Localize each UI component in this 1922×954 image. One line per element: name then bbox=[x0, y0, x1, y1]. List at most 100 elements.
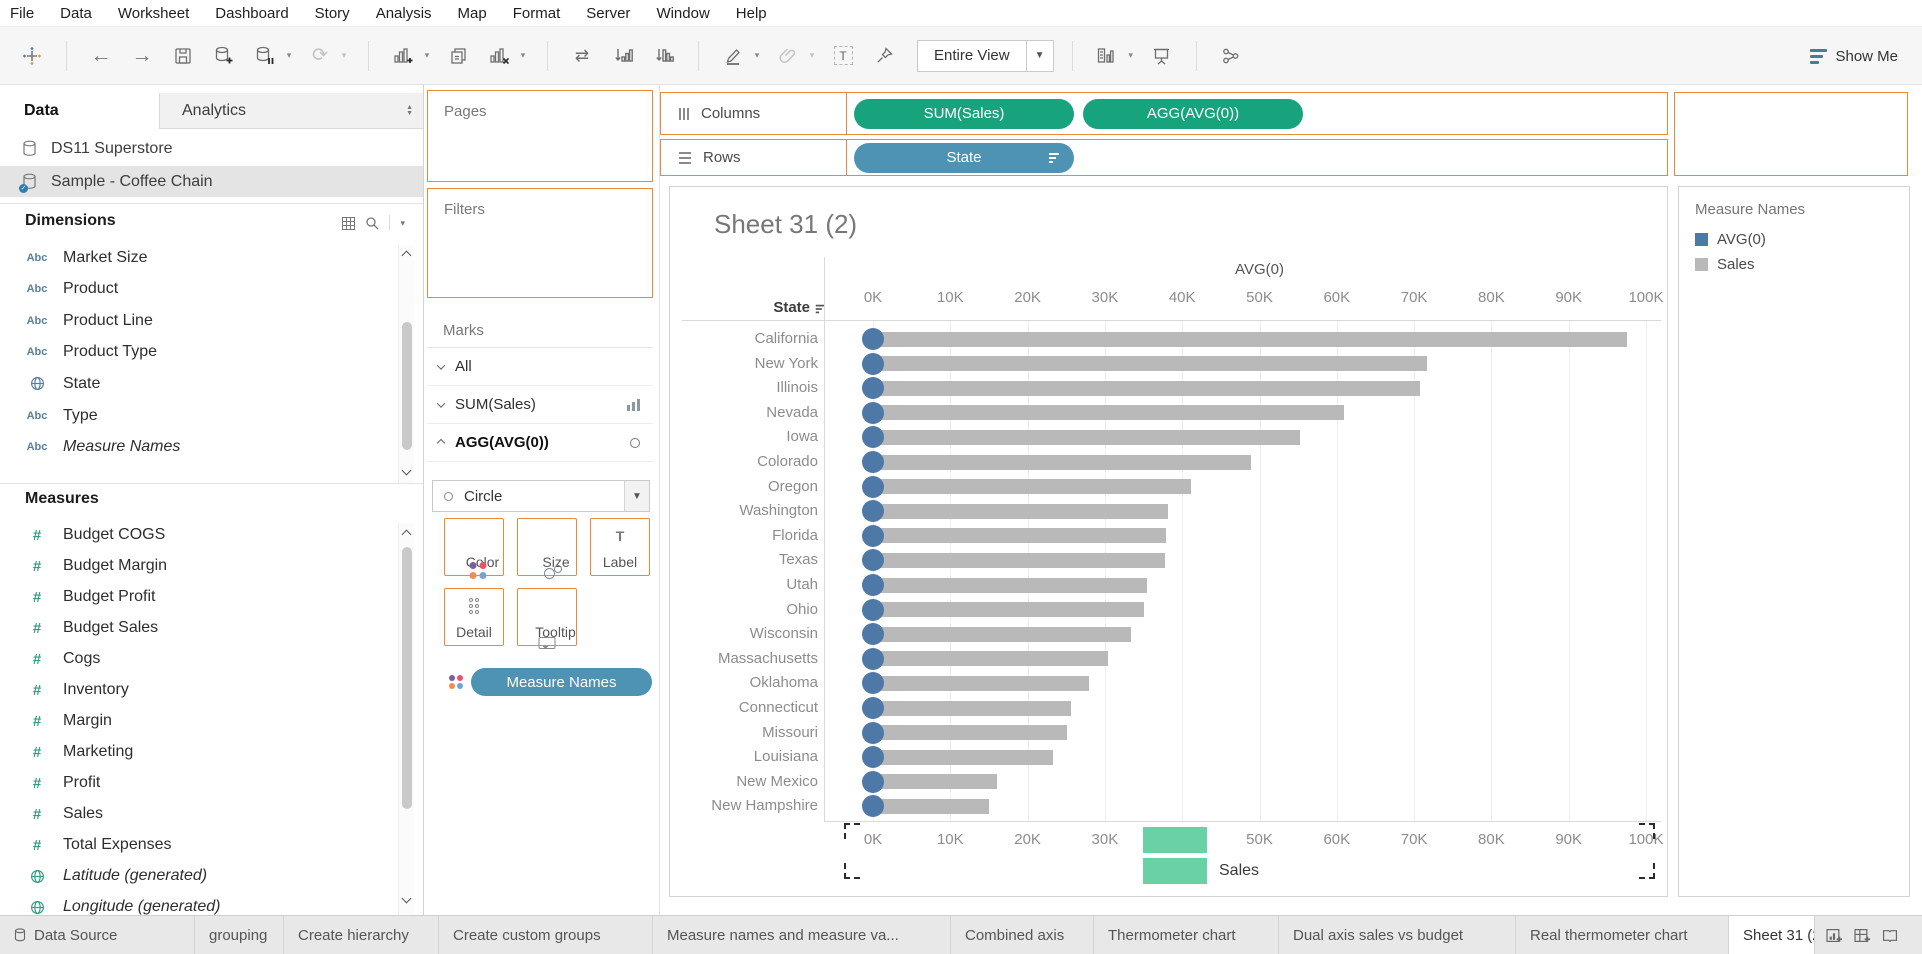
row-label-missouri[interactable]: Missouri bbox=[670, 724, 818, 741]
field-marketing[interactable]: # Marketing bbox=[0, 737, 394, 768]
circle-mark-oklahoma[interactable] bbox=[862, 672, 884, 695]
show-mark-labels-toggle[interactable] bbox=[1091, 40, 1123, 72]
field-cogs[interactable]: # Cogs bbox=[0, 644, 394, 675]
circle-mark-california[interactable] bbox=[862, 328, 884, 350]
legend-drop-area[interactable] bbox=[1674, 92, 1908, 176]
view-grid-icon[interactable] bbox=[342, 216, 356, 230]
sheet-tab-combined-axis[interactable]: Combined axis bbox=[951, 916, 1094, 954]
bar-ohio[interactable] bbox=[873, 602, 1144, 618]
new-worksheet-caret-icon[interactable]: ▾ bbox=[421, 50, 433, 61]
mark-labels-caret-icon[interactable]: ▾ bbox=[1125, 50, 1137, 61]
sheet-tab-thermometer-chart[interactable]: Thermometer chart bbox=[1094, 916, 1279, 954]
circle-mark-ohio[interactable] bbox=[862, 598, 884, 621]
pill-state[interactable]: State bbox=[854, 142, 1074, 173]
search-icon[interactable] bbox=[365, 216, 379, 230]
axis-highlight-swatch[interactable] bbox=[1143, 858, 1207, 884]
bar-texas[interactable] bbox=[873, 552, 1166, 568]
circle-mark-massachusetts[interactable] bbox=[862, 647, 884, 670]
circle-mark-texas[interactable] bbox=[862, 549, 884, 572]
show-me-button[interactable]: Show Me bbox=[1810, 27, 1898, 85]
field-budget-cogs[interactable]: # Budget COGS bbox=[0, 520, 394, 551]
legend-card[interactable]: Measure Names AVG(0) Sales bbox=[1678, 186, 1910, 897]
mark-type-caret-icon[interactable]: ▼ bbox=[624, 481, 649, 511]
menu-analysis[interactable]: Analysis bbox=[376, 5, 432, 22]
rows-shelf[interactable]: Rows State bbox=[660, 139, 1668, 176]
bottom-axis-title[interactable]: Sales bbox=[1219, 858, 1259, 884]
circle-mark-florida[interactable] bbox=[862, 524, 884, 547]
chevron-down-icon[interactable] bbox=[436, 398, 446, 408]
sheet-tab-real-thermometer-chart[interactable]: Real thermometer chart bbox=[1516, 916, 1729, 954]
legend-item-sales[interactable]: Sales bbox=[1695, 256, 1755, 273]
sort-indicator-icon[interactable] bbox=[815, 304, 825, 314]
measures-scrollbar[interactable] bbox=[398, 523, 414, 915]
fix-axes-pin-button[interactable] bbox=[868, 40, 900, 72]
row-label-washington[interactable]: Washington bbox=[670, 502, 818, 519]
tooltip-button[interactable]: Tooltip bbox=[517, 588, 577, 649]
bar-utah[interactable] bbox=[873, 577, 1147, 593]
field-sales[interactable]: # Sales bbox=[0, 799, 394, 830]
menu-dashboard[interactable]: Dashboard bbox=[215, 5, 288, 22]
sheet-tab-measure-names-and-measure-va[interactable]: Measure names and measure va... bbox=[653, 916, 951, 954]
bar-nevada[interactable] bbox=[873, 405, 1344, 421]
menu-server[interactable]: Server bbox=[586, 5, 630, 22]
undo-button[interactable]: ← bbox=[85, 40, 117, 72]
color-encoding-icon[interactable] bbox=[449, 675, 463, 689]
highlight-button[interactable] bbox=[717, 40, 749, 72]
color-button[interactable]: Color bbox=[444, 518, 504, 579]
panel-sort-icon[interactable]: ▲ ▼ bbox=[406, 104, 413, 117]
bar-missouri[interactable] bbox=[873, 725, 1068, 741]
scrollbar-thumb[interactable] bbox=[402, 547, 412, 809]
sheet-tab-grouping[interactable]: grouping bbox=[195, 916, 284, 954]
scroll-up-icon[interactable] bbox=[401, 529, 412, 540]
sort-ascending-button[interactable] bbox=[607, 40, 639, 72]
menu-map[interactable]: Map bbox=[458, 5, 487, 22]
bar-new-mexico[interactable] bbox=[873, 774, 998, 790]
row-label-ohio[interactable]: Ohio bbox=[670, 601, 818, 618]
row-label-florida[interactable]: Florida bbox=[670, 527, 818, 544]
dimensions-scrollbar[interactable] bbox=[398, 245, 414, 483]
bar-massachusetts[interactable] bbox=[873, 651, 1108, 667]
circle-mark-wisconsin[interactable] bbox=[862, 623, 884, 646]
measure-names-pill[interactable]: Measure Names bbox=[471, 668, 652, 696]
bar-wisconsin[interactable] bbox=[873, 626, 1132, 642]
pause-updates-caret-icon[interactable]: ▾ bbox=[283, 50, 295, 61]
row-label-massachusetts[interactable]: Massachusetts bbox=[670, 650, 818, 667]
bar-california[interactable] bbox=[873, 331, 1627, 347]
menu-format[interactable]: Format bbox=[513, 5, 561, 22]
sort-descending-button[interactable] bbox=[648, 40, 680, 72]
bar-washington[interactable] bbox=[873, 503, 1168, 519]
sheet-tab-data-source[interactable]: Data Source bbox=[0, 916, 195, 954]
menu-file[interactable]: File bbox=[10, 5, 34, 22]
highlight-caret-icon[interactable]: ▾ bbox=[751, 50, 763, 61]
new-story-button[interactable] bbox=[1881, 928, 1899, 943]
marks-row-sum-sales[interactable]: SUM(Sales) bbox=[427, 386, 653, 424]
bar-connecticut[interactable] bbox=[873, 700, 1071, 716]
row-label-connecticut[interactable]: Connecticut bbox=[670, 699, 818, 716]
refresh-caret-icon[interactable]: ▾ bbox=[338, 50, 350, 61]
bar-colorado[interactable] bbox=[873, 454, 1251, 470]
dimensions-menu-caret-icon[interactable]: ▾ bbox=[400, 218, 405, 229]
circle-mark-new-york[interactable] bbox=[862, 352, 884, 375]
row-label-colorado[interactable]: Colorado bbox=[670, 453, 818, 470]
legend-item-avg-0[interactable]: AVG(0) bbox=[1695, 231, 1766, 248]
circle-mark-utah[interactable] bbox=[862, 574, 884, 596]
duplicate-sheet-button[interactable] bbox=[442, 40, 474, 72]
filters-shelf[interactable]: Filters bbox=[427, 188, 653, 298]
row-label-nevada[interactable]: Nevada bbox=[670, 404, 818, 421]
row-header-state[interactable]: State bbox=[670, 299, 810, 316]
new-worksheet-button[interactable] bbox=[387, 40, 419, 72]
pause-auto-updates-button[interactable] bbox=[249, 40, 281, 72]
scroll-down-icon[interactable] bbox=[401, 893, 412, 904]
size-button[interactable]: Size bbox=[517, 518, 577, 579]
field-type[interactable]: Abc Type bbox=[0, 400, 394, 431]
pages-shelf[interactable]: Pages bbox=[427, 90, 653, 182]
scroll-down-icon[interactable] bbox=[401, 465, 412, 476]
field-budget-profit[interactable]: # Budget Profit bbox=[0, 582, 394, 613]
circle-mark-oregon[interactable] bbox=[862, 475, 884, 498]
circle-mark-missouri[interactable] bbox=[862, 721, 884, 744]
bar-oklahoma[interactable] bbox=[873, 675, 1090, 691]
presentation-mode-button[interactable] bbox=[1146, 40, 1178, 72]
field-measure-names[interactable]: Abc Measure Names bbox=[0, 432, 394, 463]
field-product-line[interactable]: Abc Product Line bbox=[0, 305, 394, 336]
menu-story[interactable]: Story bbox=[315, 5, 350, 22]
